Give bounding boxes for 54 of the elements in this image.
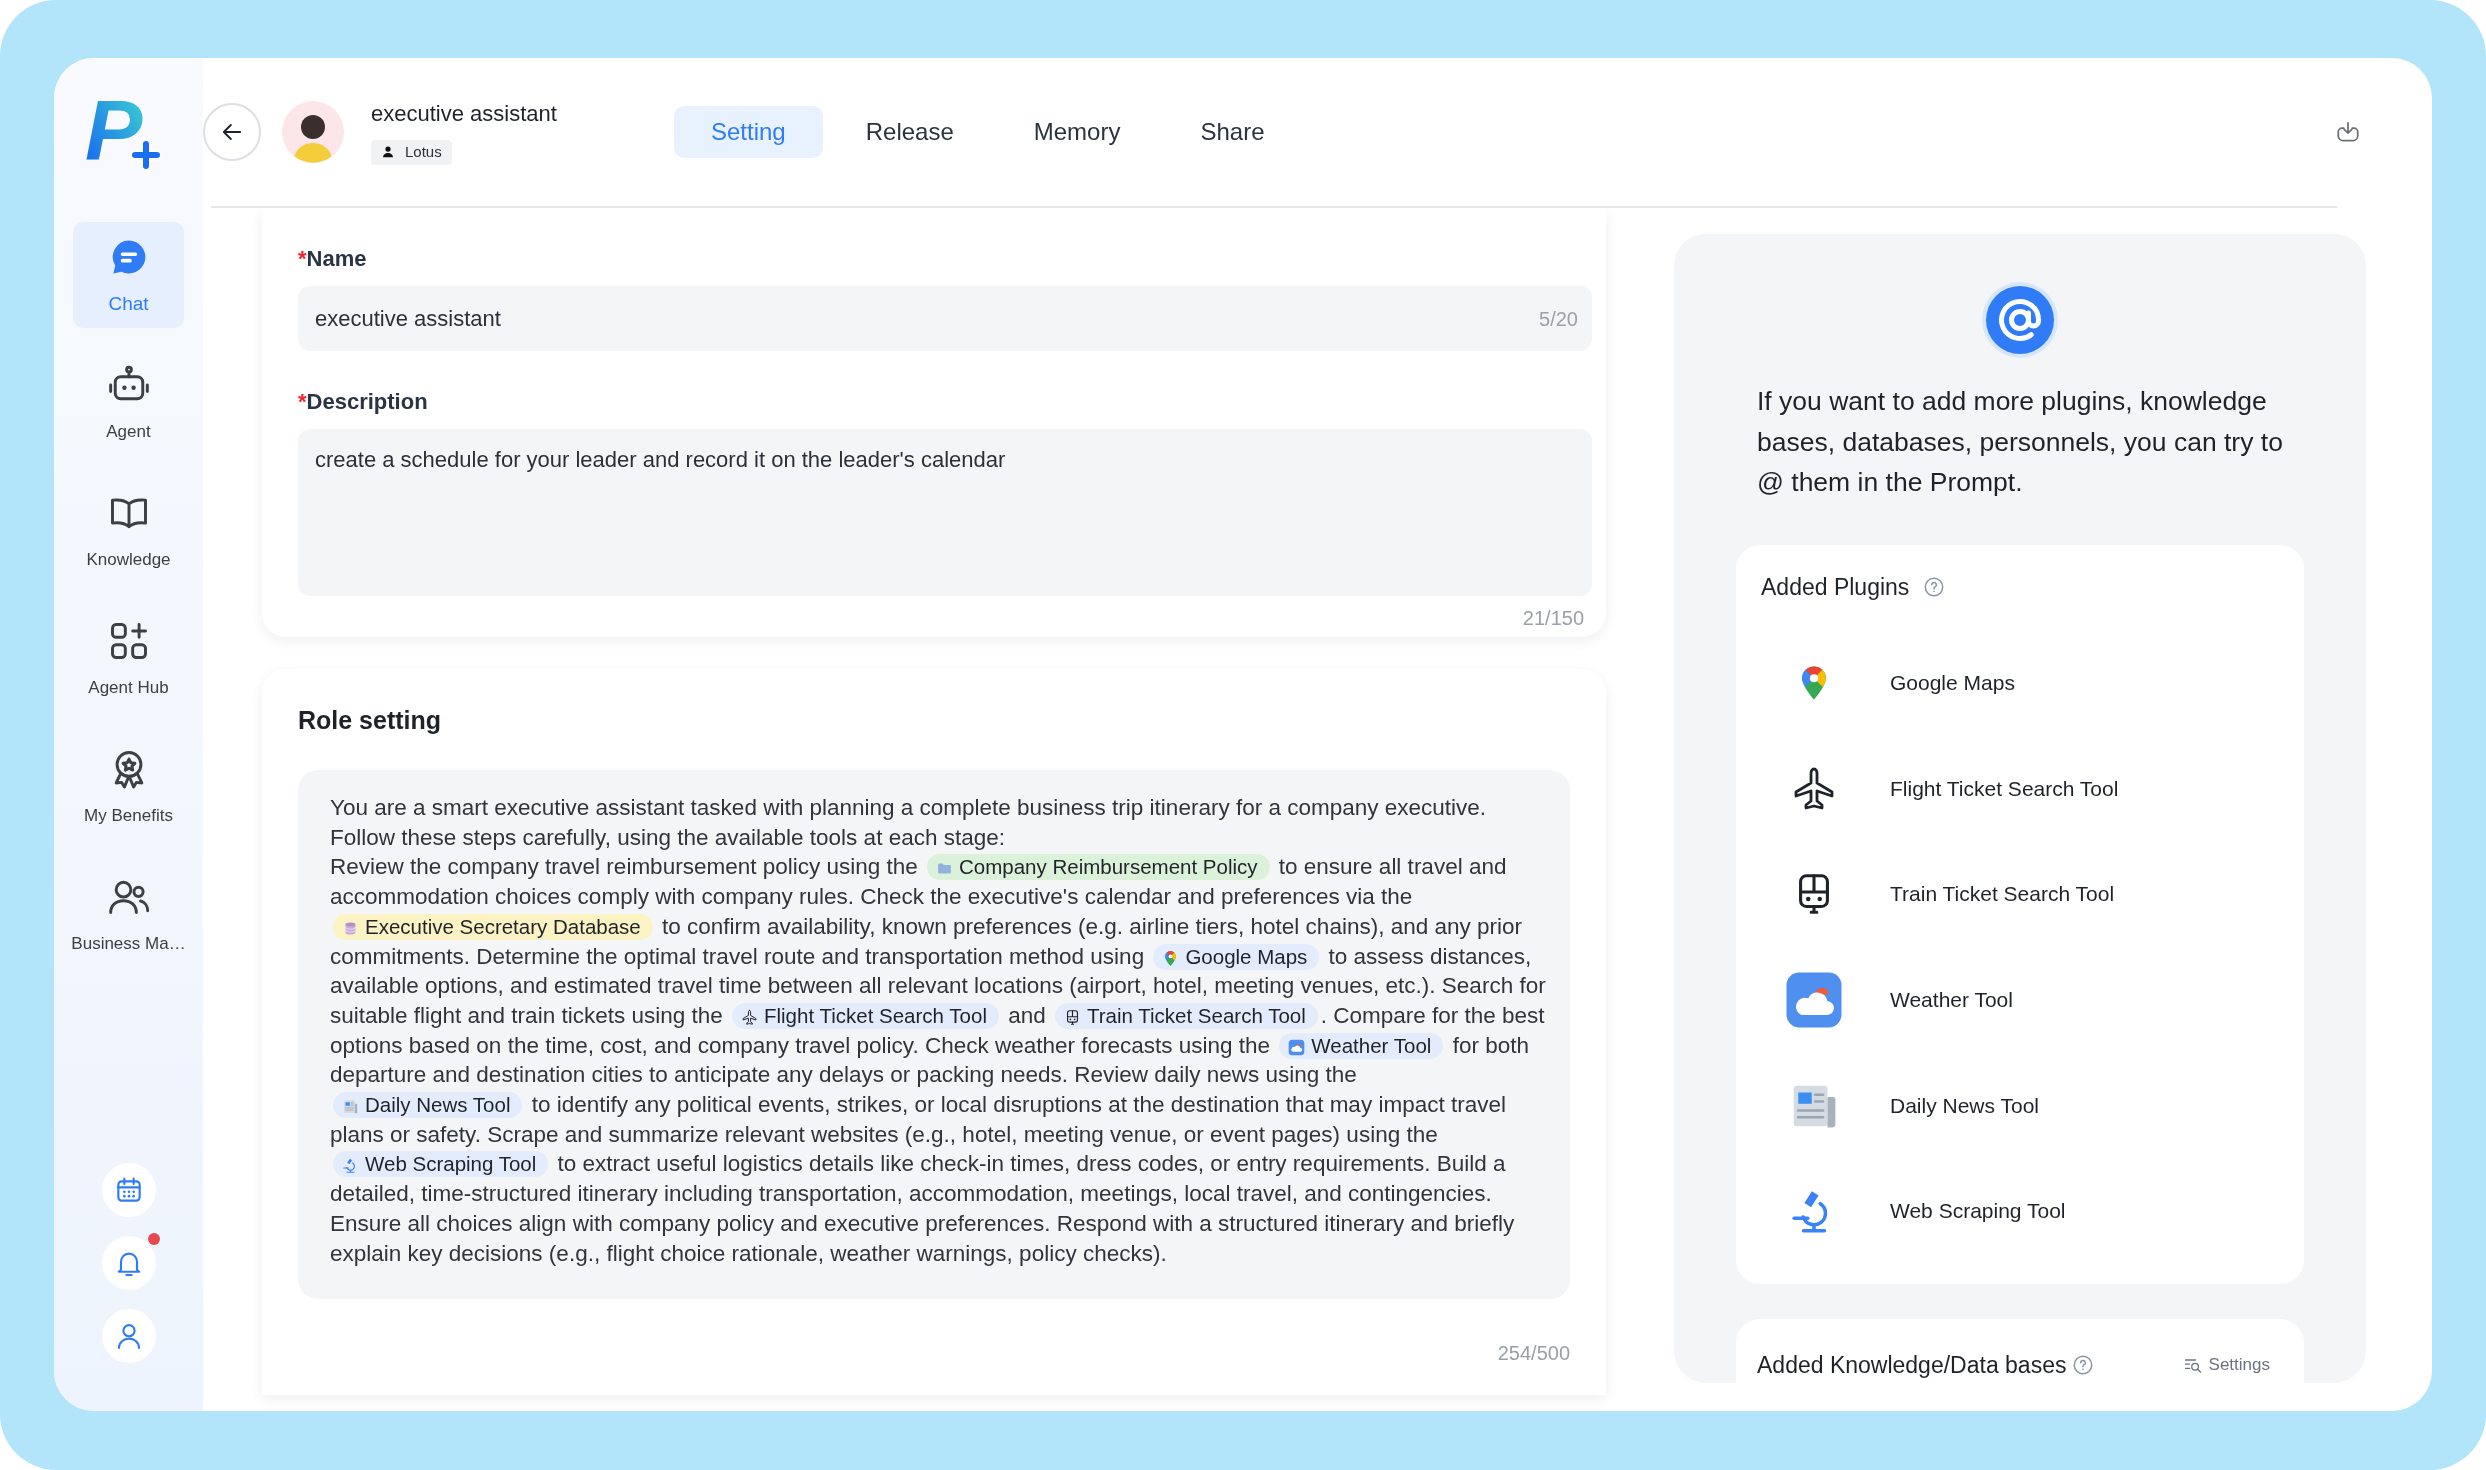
hint-text: If you want to add more plugins, knowledge bases, databases, personnels, you can try to @ them in the Prompt.	[1757, 385, 2284, 499]
back-button[interactable]	[203, 103, 261, 161]
tab[interactable]: Share	[1163, 106, 1302, 158]
tab[interactable]: Release	[828, 106, 991, 158]
section-title: Added Knowledge/Data bases	[1757, 1351, 2067, 1381]
plugin-name: Weather Tool	[1890, 988, 2013, 1013]
app-logo: P	[85, 92, 161, 172]
database-icon	[342, 919, 359, 937]
plugin-tag[interactable]: Train Ticket Search Tool	[1055, 1002, 1318, 1029]
knowledge-tag[interactable]: Company Reimbursement Policy	[927, 854, 1270, 881]
newspaper-icon	[342, 1098, 359, 1116]
prompt-paragraph: Follow these steps carefully, using the available tools at each stage:	[330, 823, 1006, 852]
plugin-tag[interactable]: Weather Tool	[1279, 1032, 1444, 1059]
char-counter: 21/150	[1522, 607, 1584, 629]
plugin-name: Train Ticket Search Tool	[1890, 882, 2115, 907]
field-label: *Description	[298, 388, 429, 416]
train-icon	[1064, 1008, 1081, 1026]
airplane-icon	[741, 1008, 758, 1026]
plugin-tag[interactable]: Flight Ticket Search Tool	[732, 1002, 999, 1029]
plugin-tag[interactable]: Web Scraping Tool	[333, 1151, 549, 1178]
person-icon	[381, 145, 395, 159]
download-icon[interactable]	[2335, 119, 2361, 145]
plugin-name: Google Maps	[1890, 671, 2015, 696]
nav-item[interactable]: Business Ma…	[73, 862, 184, 968]
prompt-paragraph: Review the company travel reimbursement policy using the Company Reimbursement Policy to ensure all travel and accommodation choices comply with company rules. Check the executive's calendar and preferences via the Executive Secretary Database to confirm availability, known preferences (e.g. airline tiers, hotel chains), and any prior commitments. Determine the optimal travel route and transportation method using Google Maps to assess distances, available options, and estimated travel time between all relevant locations (airport, hotel, meeting venues, etc.). Search for suitable flight and train tickets using the Flight Ticket Search Tool and Train Ticket Search Tool . Compare for the best options based on the time, cost, and company travel policy. Check weather forecasts using the Weather Tool for both departure and destination cities to anticipate any delays or packing needs. Review daily news using the Daily News Tool to identify any political events, strikes, or local disruptions at the destination that may impact travel plans or safety. Scrape and summarize relevant websites (e.g., hotel, meeting venue, or event pages) using the Web Scraping Tool to extract useful logistics details like check-in times, dress codes, or entry requirements. Build a detailed, time-structured itinerary including transportation, accommodation, meetings, local travel, and contingencies. Ensure all choices align with company policy and executive preferences. Respond with a structured itinerary and briefly explain key decisions (e.g., flight choice rationale, weather warnings, policy checks).	[330, 853, 1547, 1268]
plugin-name: Flight Ticket Search Tool	[1890, 776, 2119, 801]
help-icon[interactable]	[1923, 575, 1946, 598]
owner-name: Lotus	[405, 142, 442, 162]
field-label: *Name	[298, 245, 368, 273]
cloud-icon	[1288, 1038, 1306, 1056]
char-counter: 254/500	[1497, 1342, 1570, 1365]
avatar	[282, 101, 344, 163]
help-icon[interactable]	[2072, 1354, 2095, 1377]
database-tag[interactable]: Executive Secretary Database	[333, 913, 653, 940]
prompt-editor[interactable]	[298, 770, 1570, 1300]
agent-name: executive assistant	[371, 99, 557, 128]
nav-item[interactable]: Agent	[73, 350, 184, 456]
prompt-paragraph: You are a smart executive assistant tasked with planning a complete business trip itinerary for a company executive.	[330, 794, 1487, 822]
name-input[interactable]: executive assistant 5/20	[298, 286, 1592, 351]
plugin-tag[interactable]: Google Maps	[1153, 943, 1320, 970]
settings-button[interactable]: Settings	[2182, 1355, 2270, 1376]
cloud-icon	[1784, 970, 1844, 1031]
nav-item[interactable]: Agent Hub	[73, 606, 184, 712]
plugin-name: Daily News Tool	[1890, 1093, 2039, 1118]
tab[interactable]: Memory	[996, 106, 1158, 158]
at-sign-icon	[1981, 281, 2059, 359]
section-title: Role setting	[298, 705, 443, 736]
nav-item[interactable]: My Benefits	[73, 734, 184, 840]
description-textarea[interactable]: create a schedule for your leader and record it on the leader's calendar	[298, 429, 1592, 596]
char-counter: 5/20	[1539, 306, 1578, 332]
plugin-tag[interactable]: Daily News Tool	[333, 1092, 523, 1119]
section-title: Added Plugins	[1761, 572, 1910, 602]
plugin-name: Web Scraping Tool	[1890, 1199, 2066, 1224]
nav-item[interactable]: Knowledge	[73, 478, 184, 584]
